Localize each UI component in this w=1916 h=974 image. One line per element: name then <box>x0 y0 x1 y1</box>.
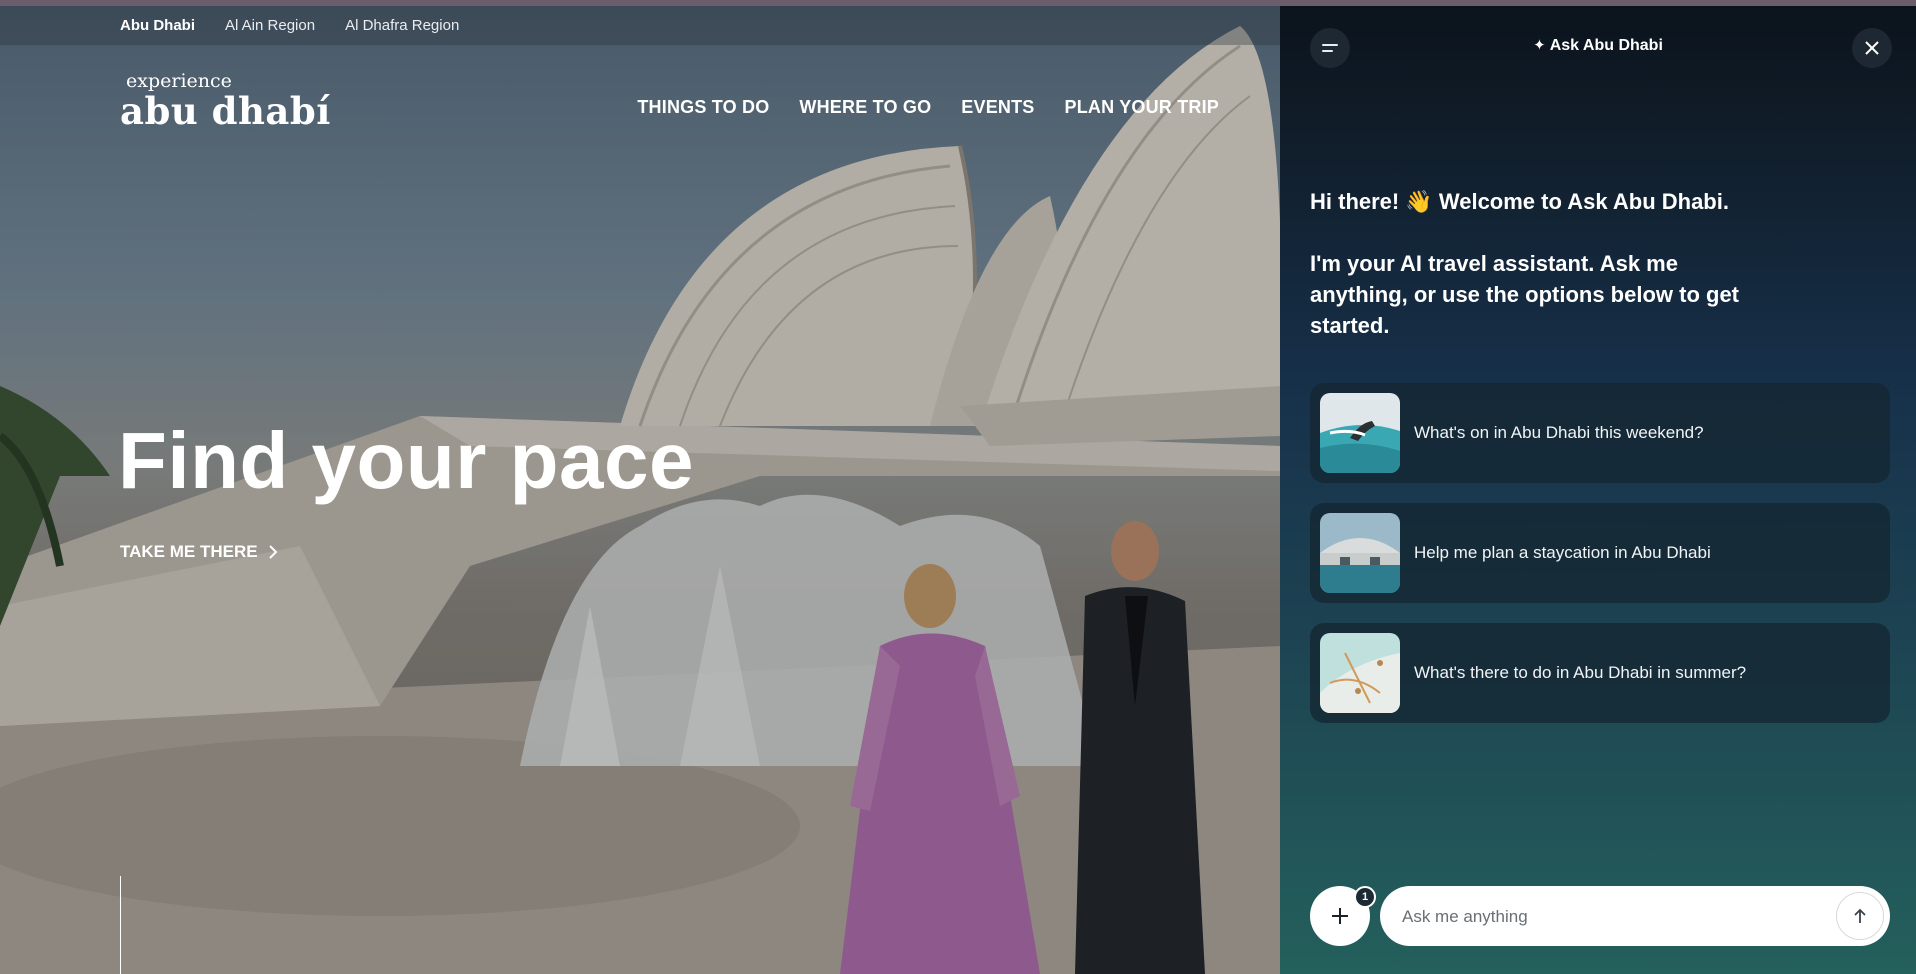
welcome-message: Hi there! 👋 Welcome to Ask Abu Dhabi. I'… <box>1310 186 1780 372</box>
region-bar: Abu Dhabi Al Ain Region Al Dhafra Region <box>0 6 1280 45</box>
map-image <box>1320 633 1400 713</box>
hero-section: Abu Dhabi Al Ain Region Al Dhafra Region… <box>0 6 1280 974</box>
experience-abu-dhabi-logo[interactable]: experience abu dhabí <box>120 72 331 133</box>
chevron-right-icon <box>268 545 277 559</box>
nav-where-to-go[interactable]: WHERE TO GO <box>799 97 931 118</box>
sparkle-icon: ✦ <box>1533 37 1546 54</box>
send-button[interactable] <box>1836 892 1884 940</box>
cta-label: TAKE ME THERE <box>120 542 258 561</box>
close-chat-button[interactable] <box>1852 28 1892 68</box>
museum-dome-image <box>1320 513 1400 593</box>
suggestion-card-summer[interactable]: What's there to do in Abu Dhabi in summe… <box>1310 623 1890 723</box>
greeting-text: Hi there! 👋 Welcome to Ask Abu Dhabi. <box>1310 189 1729 214</box>
chat-input[interactable] <box>1400 886 1824 948</box>
plus-icon <box>1332 908 1348 924</box>
chat-input-container <box>1380 886 1890 948</box>
close-icon <box>1865 41 1879 55</box>
chat-title-text: Ask Abu Dhabi <box>1549 37 1663 54</box>
region-link-al-ain[interactable]: Al Ain Region <box>225 17 315 34</box>
ask-abu-dhabi-panel: ✦ Ask Abu Dhabi Hi there! 👋 Welcome to As… <box>1280 6 1916 974</box>
suggestion-card-weekend[interactable]: What's on in Abu Dhabi this weekend? <box>1310 383 1890 483</box>
intro-text: I'm your AI travel assistant. Ask me any… <box>1310 251 1739 338</box>
suggestion-text: What's there to do in Abu Dhabi in summe… <box>1414 663 1747 682</box>
chat-header: ✦ Ask Abu Dhabi <box>1280 6 1916 86</box>
attach-button[interactable]: 1 <box>1310 886 1376 946</box>
nav-plan-your-trip[interactable]: PLAN YOUR TRIP <box>1065 97 1219 118</box>
take-me-there-link[interactable]: TAKE ME THERE <box>120 542 278 562</box>
nav-events[interactable]: EVENTS <box>961 97 1034 118</box>
surfing-image <box>1320 393 1400 473</box>
nav-things-to-do[interactable]: THINGS TO DO <box>637 97 769 118</box>
chat-title: ✦ Ask Abu Dhabi <box>1280 36 1916 55</box>
suggestion-list: What's on in Abu Dhabi this weekend? Hel… <box>1310 383 1890 743</box>
region-link-abu-dhabi[interactable]: Abu Dhabi <box>120 17 195 34</box>
attach-count-badge: 1 <box>1354 886 1376 908</box>
suggestion-text: What's on in Abu Dhabi this weekend? <box>1414 423 1704 442</box>
scroll-indicator-line <box>120 876 121 974</box>
hero-title: Find your pace <box>118 416 694 505</box>
arrow-up-icon <box>1854 908 1866 923</box>
suggestion-card-staycation[interactable]: Help me plan a staycation in Abu Dhabi <box>1310 503 1890 603</box>
main-nav: THINGS TO DO WHERE TO GO EVENTS PLAN YOU… <box>637 97 1219 118</box>
region-link-al-dhafra[interactable]: Al Dhafra Region <box>345 17 459 34</box>
logo-bottom-text: abu dhabí <box>120 89 331 133</box>
chat-composer: 1 <box>1310 886 1890 948</box>
suggestion-text: Help me plan a staycation in Abu Dhabi <box>1414 543 1711 562</box>
